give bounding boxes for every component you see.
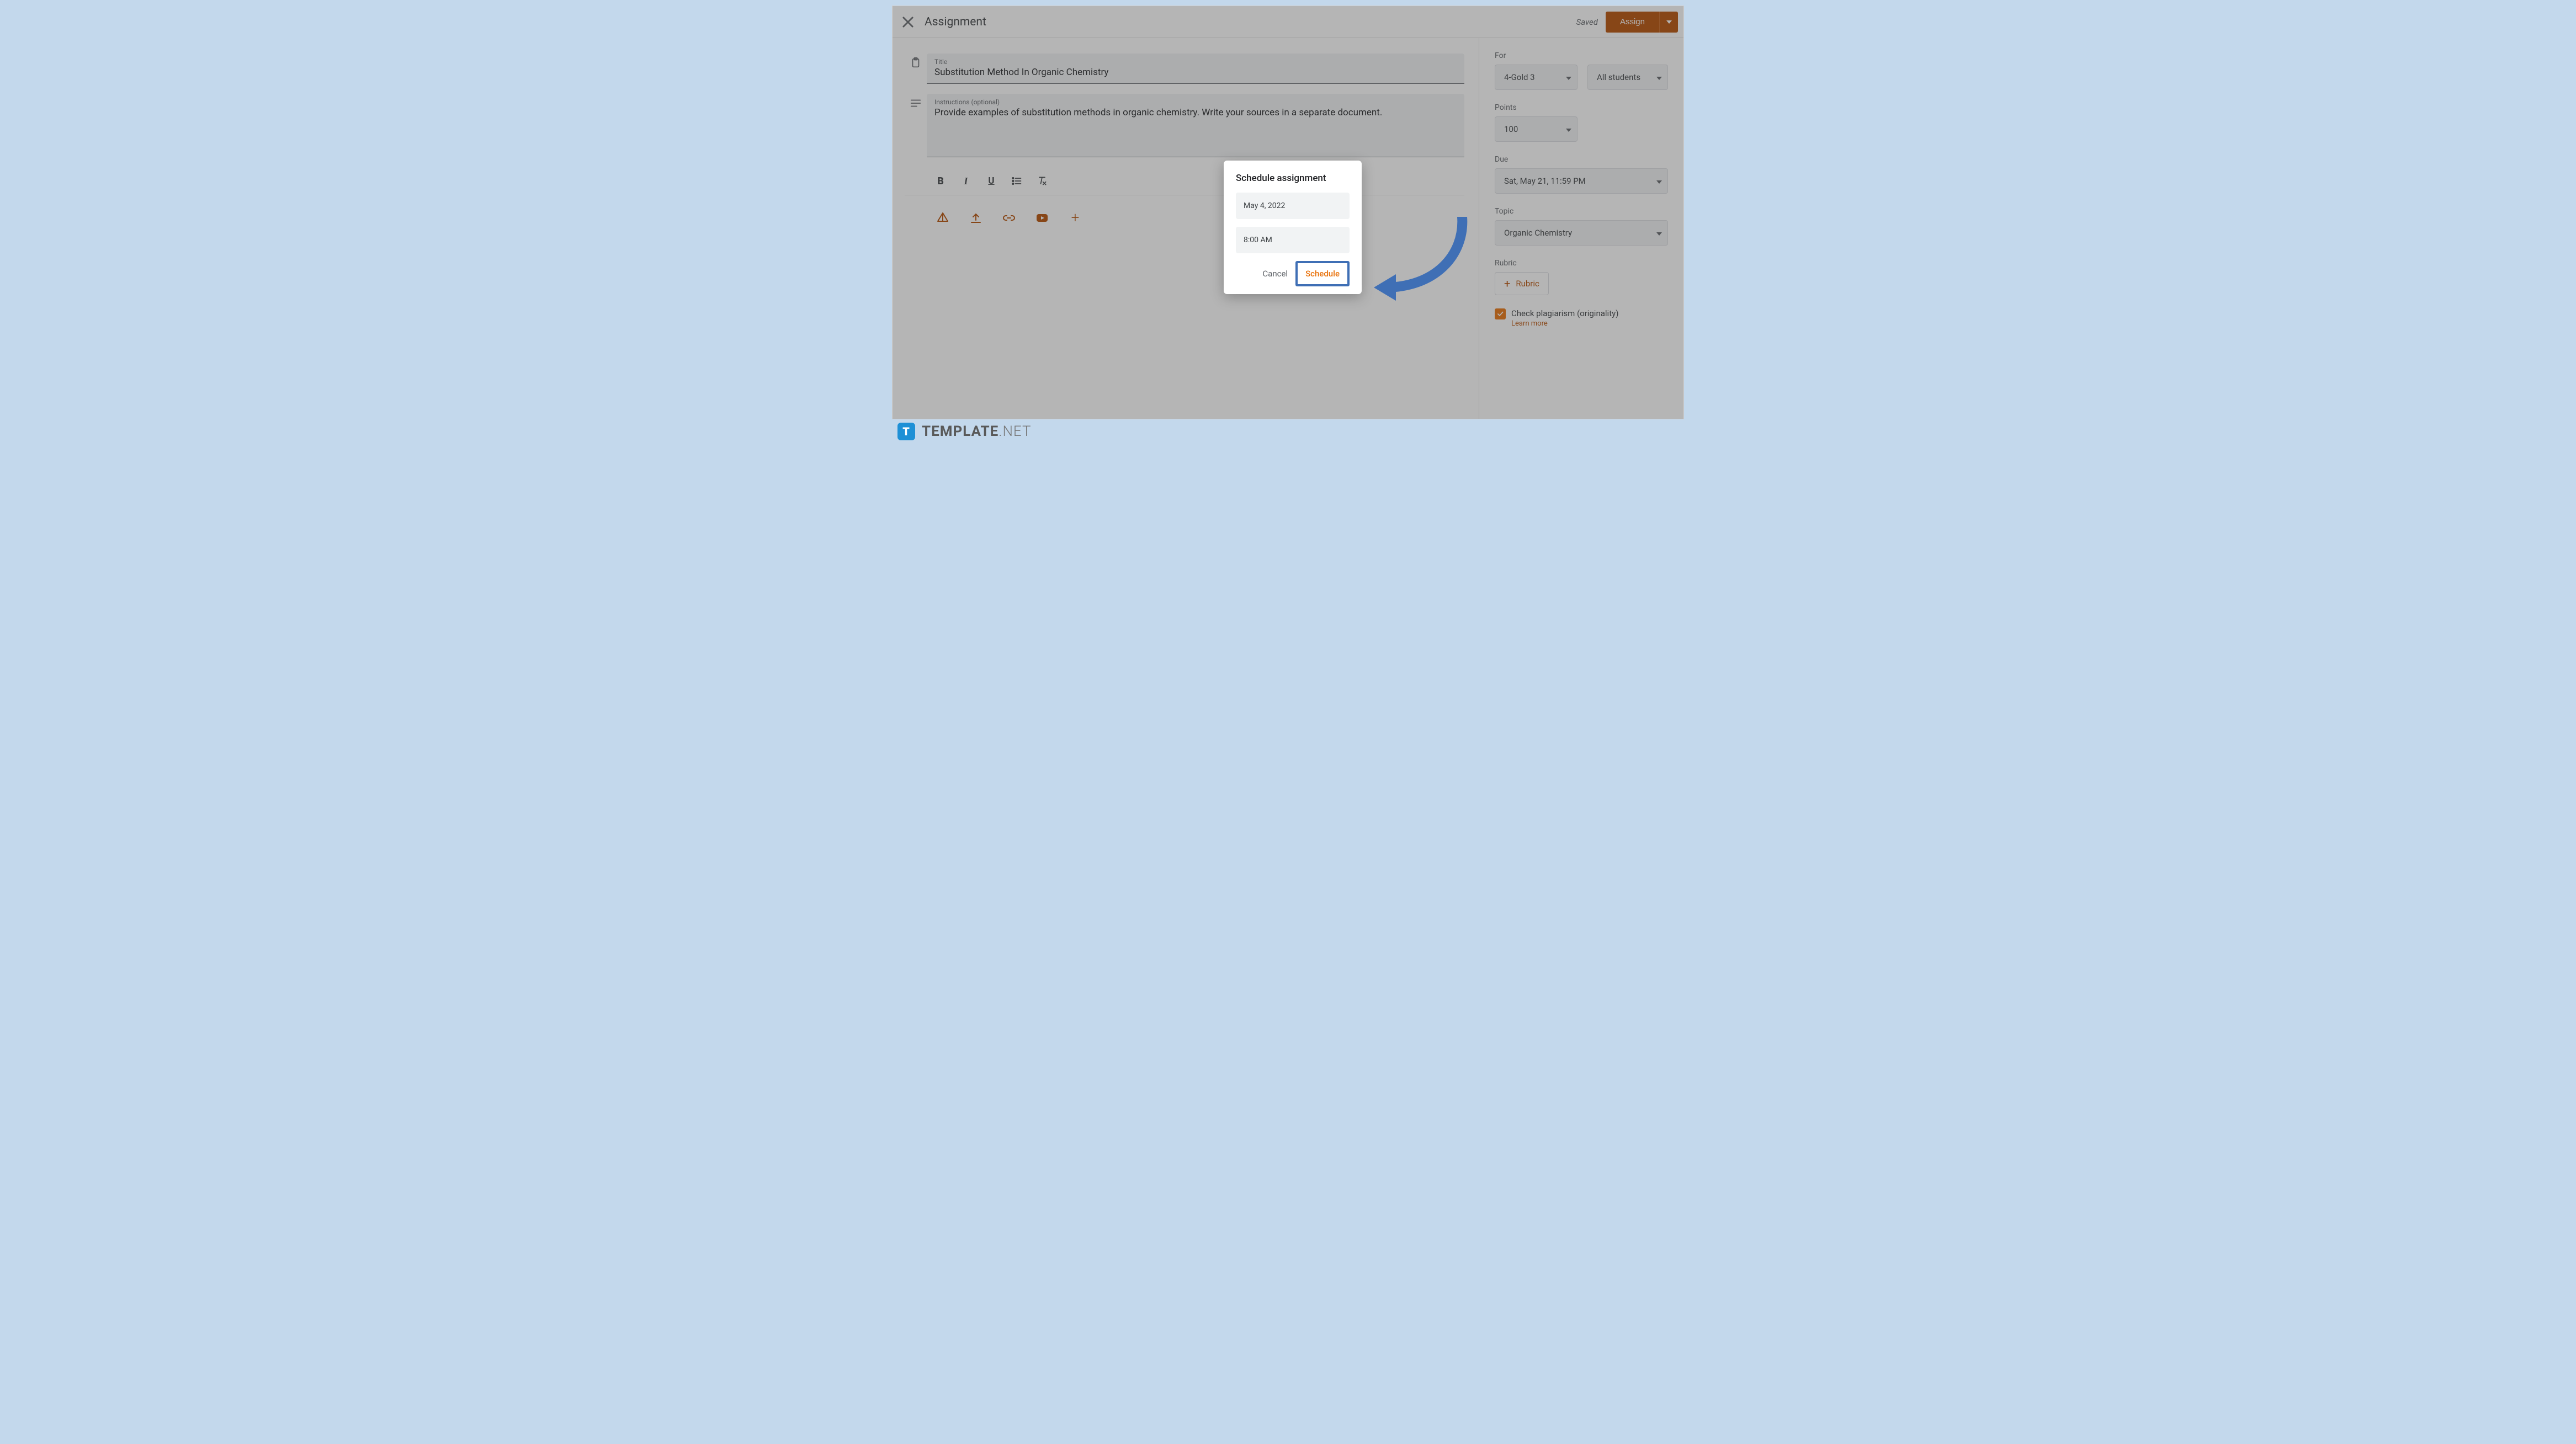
watermark-brand: T TEMPLATE.NET <box>897 423 1031 440</box>
dialog-title: Schedule assignment <box>1236 173 1350 184</box>
schedule-time-value: 8:00 AM <box>1244 236 1272 244</box>
schedule-date-select[interactable]: May 4, 2022 <box>1236 193 1350 219</box>
schedule-time-input[interactable]: 8:00 AM <box>1236 227 1350 253</box>
brand-text-thin: .NET <box>998 423 1031 440</box>
assignment-editor-window: Assignment Saved Assign <box>892 6 1684 419</box>
cancel-button[interactable]: Cancel <box>1258 263 1292 284</box>
brand-text-bold: TEMPLATE <box>922 423 998 440</box>
schedule-button[interactable]: Schedule <box>1295 261 1350 286</box>
schedule-assignment-dialog: Schedule assignment May 4, 2022 8:00 AM … <box>1224 161 1362 294</box>
schedule-date-value: May 4, 2022 <box>1244 201 1285 210</box>
brand-badge: T <box>897 423 915 440</box>
